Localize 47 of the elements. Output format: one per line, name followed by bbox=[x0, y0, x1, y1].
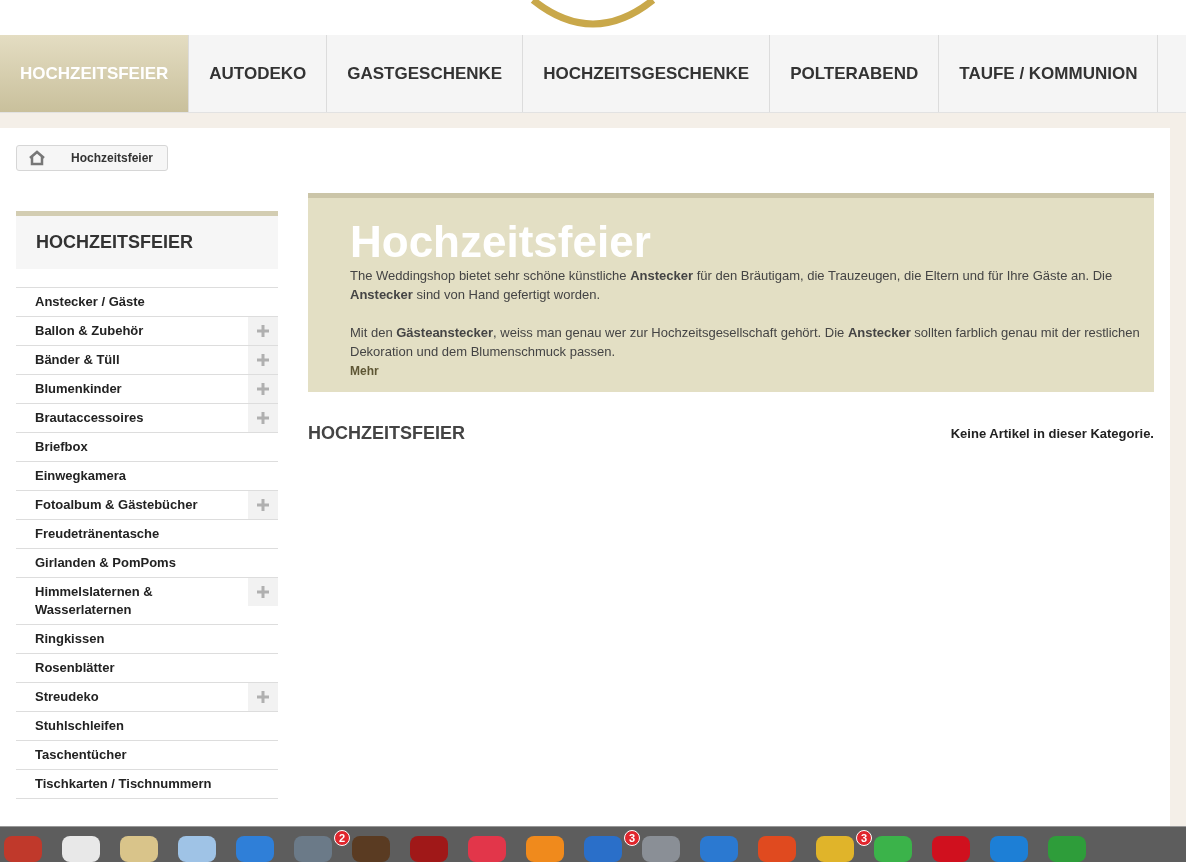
category-link[interactable]: Ballon & Zubehör bbox=[16, 317, 248, 345]
category-link[interactable]: Ringkissen bbox=[16, 625, 278, 653]
expand-icon[interactable] bbox=[248, 375, 278, 403]
category-link[interactable]: Briefbox bbox=[16, 433, 278, 461]
app-icon[interactable] bbox=[874, 836, 912, 862]
nav-tab[interactable]: TAUFE / KOMMUNION bbox=[939, 35, 1159, 112]
more-link[interactable]: Mehr bbox=[350, 362, 1140, 380]
expand-icon[interactable] bbox=[248, 491, 278, 519]
expand-icon[interactable] bbox=[248, 578, 278, 606]
banner-paragraph: Mit den Gästeanstecker, weiss man genau wer zur Hochzeitsgesellschaft gehört. Die Anstecker sollten farblich genau mit der restlichen Dekoration und dem Blumenschmuck passen. bbox=[350, 324, 1140, 361]
category-link[interactable]: Streudeko bbox=[16, 683, 248, 711]
banner-title: Hochzeitsfeier bbox=[350, 218, 652, 266]
category-link[interactable]: Einwegkamera bbox=[16, 462, 278, 490]
banner-paragraph: The Weddingshop bietet sehr schöne künstliche Anstecker für den Bräutigam, die Trauzeugen, die Eltern und für Ihre Gäste an. Die Anstecker sind von Hand gefertigt worden. bbox=[350, 267, 1114, 304]
category-link[interactable]: Blumenkinder bbox=[16, 375, 248, 403]
breadcrumb-current: Hochzeitsfeier bbox=[70, 150, 155, 167]
category-link[interactable]: Bänder & Tüll bbox=[16, 346, 248, 374]
category-link[interactable]: Tischkarten / Tischnummern bbox=[16, 770, 278, 798]
expand-icon[interactable] bbox=[248, 317, 278, 345]
category-heading: HOCHZEITSFEIER bbox=[308, 422, 465, 445]
notification-badge: 3 bbox=[624, 830, 640, 846]
nav-tab[interactable]: POLTERABEND bbox=[770, 35, 940, 112]
category-link[interactable]: Brautaccessoires bbox=[16, 404, 248, 432]
category-link[interactable]: Girlanden & PomPoms bbox=[16, 549, 278, 577]
expand-icon[interactable] bbox=[248, 346, 278, 374]
nav-tab[interactable]: GASTGESCHENKE bbox=[327, 35, 524, 112]
app-icon[interactable] bbox=[816, 836, 854, 862]
notification-badge: 2 bbox=[334, 830, 350, 846]
expand-icon[interactable] bbox=[248, 683, 278, 711]
category-link[interactable]: Rosenblätter bbox=[16, 654, 278, 682]
expand-icon[interactable] bbox=[248, 404, 278, 432]
notification-badge: 3 bbox=[856, 830, 872, 846]
sidebar-title: HOCHZEITSFEIER bbox=[16, 211, 278, 269]
app-icon[interactable] bbox=[178, 836, 216, 862]
category-link[interactable]: Anstecker / Gäste bbox=[16, 288, 278, 316]
category-link[interactable]: Fotoalbum & Gästebücher bbox=[16, 491, 248, 519]
empty-message: Keine Artikel in dieser Kategorie. bbox=[950, 424, 1154, 443]
nav-tab[interactable]: AUTODEKO bbox=[189, 35, 328, 112]
app-icon[interactable] bbox=[62, 836, 100, 862]
category-link[interactable]: Stuhlschleifen bbox=[16, 712, 278, 740]
category-link[interactable]: Freudetränentasche bbox=[16, 520, 278, 548]
nav-tab[interactable]: HOCHZEITSGESCHENKE bbox=[523, 35, 771, 112]
category-link[interactable]: Himmelslaternen & Wasserlaternen bbox=[16, 578, 248, 624]
ring-logo-icon bbox=[528, 0, 658, 28]
app-icon[interactable] bbox=[526, 836, 564, 862]
app-icon[interactable] bbox=[120, 836, 158, 862]
category-link[interactable]: Taschentücher bbox=[16, 741, 278, 769]
